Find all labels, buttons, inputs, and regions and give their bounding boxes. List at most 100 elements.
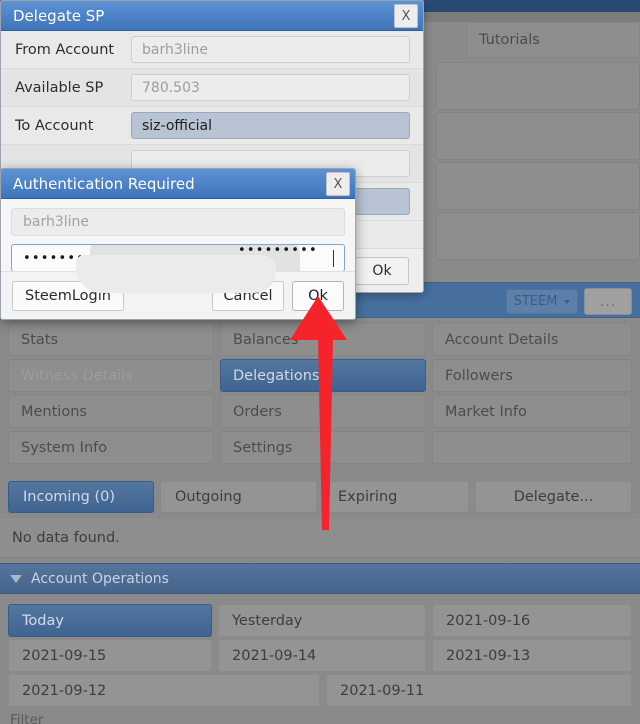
screen-root: Tutorials STEEM ... Stats Balances Accou… (0, 0, 640, 724)
triangle-down-icon[interactable] (10, 574, 22, 583)
nav-item-market-info-label: Market Info (445, 403, 527, 420)
date-button-0912-label: 2021-09-12 (22, 682, 107, 699)
date-button-0911-label: 2021-09-11 (340, 682, 425, 699)
from-account-input[interactable]: barh3line (131, 36, 410, 63)
username-placeholder: barh3line (23, 214, 90, 230)
bg-panel-upper (436, 62, 640, 110)
date-button-0913[interactable]: 2021-09-13 (432, 639, 632, 672)
form-row-available-sp: Available SP 780.503 (1, 69, 423, 107)
date-button-0914-label: 2021-09-14 (232, 647, 317, 664)
nav-item-balances-label: Balances (233, 331, 299, 348)
delegate-sp-titlebar: Delegate SP X (1, 1, 423, 31)
nav-item-witness-details-label: Witness Details (21, 367, 133, 384)
tab-incoming[interactable]: Incoming (0) (8, 481, 154, 513)
filter-label: Filter (10, 712, 44, 724)
text-cursor (332, 250, 334, 267)
nav-item-witness-details: Witness Details (8, 359, 214, 392)
nav-item-delegations-label: Delegations (233, 367, 320, 384)
delegate-sp-ok-button[interactable]: Ok (355, 256, 409, 285)
auth-close-label: X (333, 176, 343, 192)
nav-item-empty (432, 431, 632, 464)
nav-item-followers[interactable]: Followers (432, 359, 632, 392)
tab-expiring[interactable]: Expiring (323, 481, 469, 513)
auth-title: Authentication Required (13, 174, 195, 193)
bg-panel-mid1 (436, 112, 640, 160)
auth-titlebar: Authentication Required X (1, 169, 355, 199)
nav-item-stats-label: Stats (21, 331, 59, 348)
steemlogin-button[interactable]: SteemLogin (12, 280, 124, 311)
close-icon[interactable]: X (326, 172, 350, 196)
nav-item-account-details[interactable]: Account Details (432, 323, 632, 356)
nav-item-settings[interactable]: Settings (220, 431, 426, 464)
nav-item-balances[interactable]: Balances (220, 323, 426, 356)
date-button-0916-label: 2021-09-16 (446, 612, 531, 629)
nav-item-orders-label: Orders (233, 403, 282, 420)
nav-item-orders[interactable]: Orders (220, 395, 426, 428)
to-account-label: To Account (15, 117, 94, 134)
currency-select[interactable]: STEEM (506, 289, 578, 314)
date-button-yesterday[interactable]: Yesterday (218, 604, 426, 637)
nav-item-delegations[interactable]: Delegations (220, 359, 426, 392)
more-options-button[interactable]: ... (584, 288, 632, 315)
auth-cancel-label: Cancel (223, 287, 273, 304)
account-operations-header[interactable]: Account Operations (0, 563, 640, 594)
to-account-value: siz-official (142, 117, 212, 134)
more-options-label: ... (599, 293, 617, 310)
auth-ok-button[interactable]: Ok (292, 280, 344, 311)
bg-panel-mid3 (436, 212, 640, 260)
date-button-0914[interactable]: 2021-09-14 (218, 639, 426, 672)
empty-state-text: No data found. (12, 529, 120, 546)
date-button-0915[interactable]: 2021-09-15 (8, 639, 212, 672)
date-button-today[interactable]: Today (8, 604, 212, 637)
auth-cancel-button[interactable]: Cancel (212, 280, 284, 311)
available-sp-label: Available SP (15, 79, 104, 96)
nav-item-market-info[interactable]: Market Info (432, 395, 632, 428)
auth-body: barh3line ••••••••••••• (1, 199, 355, 272)
nav-item-system-info[interactable]: System Info (8, 431, 214, 464)
date-button-today-label: Today (22, 612, 64, 629)
top-navy-bar (424, 0, 640, 12)
nav-item-mentions[interactable]: Mentions (8, 395, 214, 428)
password-masked-value: ••••••••••••• (23, 250, 139, 266)
from-account-label: From Account (15, 41, 115, 58)
nav-item-mentions-label: Mentions (21, 403, 87, 420)
nav-item-system-info-label: System Info (21, 439, 108, 456)
nav-item-account-details-label: Account Details (445, 331, 559, 348)
chevron-down-icon (564, 299, 571, 304)
available-sp-input[interactable]: 780.503 (131, 74, 410, 101)
tab-outgoing[interactable]: Outgoing (160, 481, 317, 513)
date-button-0912[interactable]: 2021-09-12 (8, 674, 320, 707)
to-account-input[interactable]: siz-official (131, 112, 410, 139)
date-button-0913-label: 2021-09-13 (446, 647, 531, 664)
date-button-0915-label: 2021-09-15 (22, 647, 107, 664)
delegate-sp-close-label: X (401, 8, 411, 24)
auth-footer: SteemLogin Cancel Ok (1, 271, 355, 319)
date-button-0911[interactable]: 2021-09-11 (326, 674, 632, 707)
delegate-sp-ok-label: Ok (372, 262, 392, 279)
account-operations-title: Account Operations (31, 570, 169, 587)
date-button-0916[interactable]: 2021-09-16 (432, 604, 632, 637)
form-row-to-account: To Account siz-official (1, 107, 423, 145)
currency-select-label: STEEM (513, 294, 558, 309)
available-sp-value: 780.503 (142, 79, 200, 96)
from-account-value: barh3line (142, 41, 209, 58)
form-row-from-account: From Account barh3line (1, 31, 423, 69)
auth-ok-label: Ok (308, 287, 328, 304)
nav-item-stats[interactable]: Stats (8, 323, 214, 356)
nav-item-followers-label: Followers (445, 367, 513, 384)
tab-outgoing-label: Outgoing (175, 489, 242, 505)
delegate-sp-title: Delegate SP (13, 6, 105, 25)
bg-tab-tutorials[interactable]: Tutorials (466, 22, 640, 58)
tab-delegate[interactable]: Delegate... (475, 481, 632, 513)
empty-state-message: No data found. (0, 518, 640, 558)
bg-tab-tutorials-label: Tutorials (479, 32, 540, 48)
nav-item-settings-label: Settings (233, 439, 293, 456)
close-icon[interactable]: X (394, 4, 418, 28)
tab-delegate-label: Delegate... (513, 489, 594, 505)
tab-expiring-label: Expiring (338, 489, 398, 505)
tab-incoming-label: Incoming (0) (23, 489, 116, 505)
password-masked-tail: ••••••••• (238, 243, 318, 258)
bg-panel-mid2 (436, 162, 640, 210)
date-button-yesterday-label: Yesterday (232, 612, 303, 629)
username-input[interactable]: barh3line (11, 208, 345, 236)
